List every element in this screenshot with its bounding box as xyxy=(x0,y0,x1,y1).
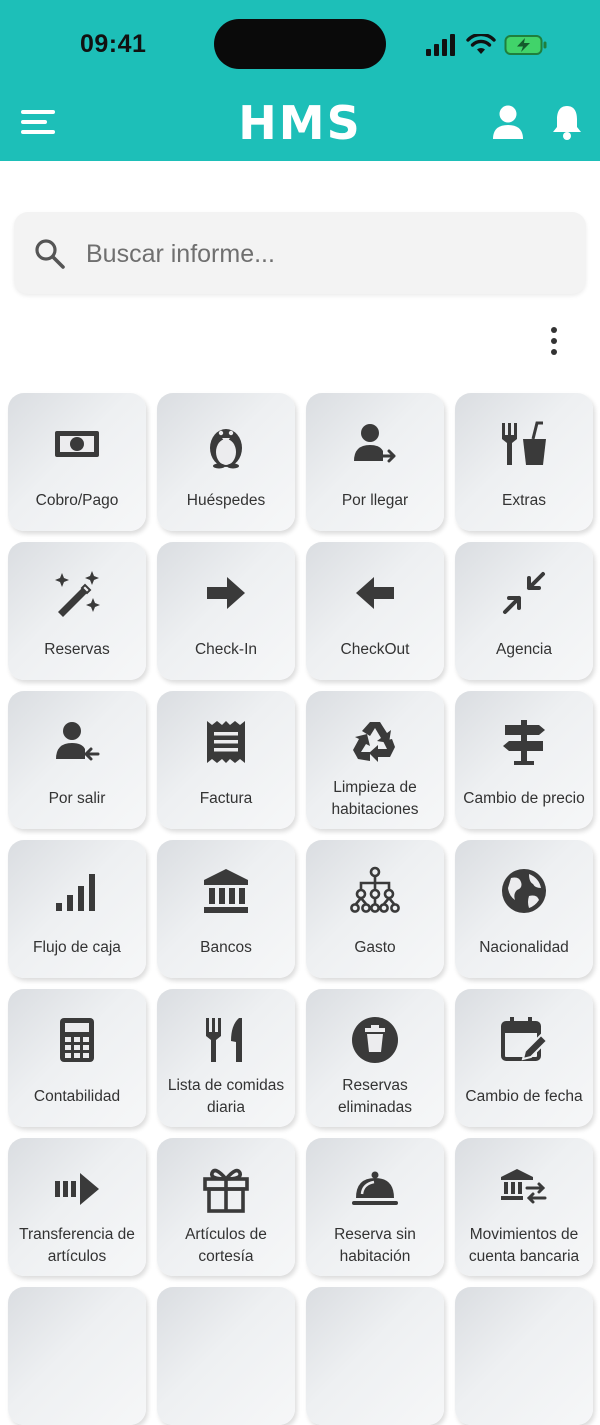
tile-label: Reserva sin habitación xyxy=(334,1226,416,1265)
tile-check-in[interactable]: Check-In xyxy=(157,542,295,680)
trash-circle-icon xyxy=(350,1015,400,1065)
search-input[interactable] xyxy=(84,212,568,296)
tile-label: Agencia xyxy=(495,641,552,658)
tile-label: Bancos xyxy=(200,939,252,956)
tile-cambio-precio[interactable]: Cambio de precio xyxy=(455,691,593,829)
tile-movimientos-cuenta[interactable]: Movimientos de cuenta bancaria xyxy=(455,1138,593,1276)
tile-label: Extras xyxy=(502,492,546,509)
tile-label: Huéspedes xyxy=(186,492,266,509)
tile-label: Check-In xyxy=(194,641,258,658)
tile-reservas-eliminadas[interactable]: Reservas eliminadas xyxy=(306,989,444,1127)
magic-wand-icon xyxy=(52,568,102,618)
tile-partial[interactable] xyxy=(8,1287,146,1425)
calendar-edit-icon xyxy=(499,1015,549,1065)
dynamic-island xyxy=(214,19,386,69)
tile-limpieza[interactable]: Limpieza de habitaciones xyxy=(306,691,444,829)
status-time: 09:41 xyxy=(80,30,147,58)
penguin-icon xyxy=(201,419,251,469)
tile-por-llegar[interactable]: Por llegar xyxy=(306,393,444,531)
tile-agencia[interactable]: Agencia xyxy=(455,542,593,680)
tile-label: Movimientos de cuenta bancaria xyxy=(468,1226,580,1265)
status-icons xyxy=(426,30,548,60)
tile-cambio-fecha[interactable]: Cambio de fecha xyxy=(455,989,593,1127)
search-bar xyxy=(14,212,586,296)
tile-por-salir[interactable]: Por salir xyxy=(8,691,146,829)
arrow-right-icon xyxy=(201,568,251,618)
transfer-arrow-icon xyxy=(52,1164,102,1214)
app-header: 09:41 HMS xyxy=(0,0,600,161)
reports-grid: Cobro/Pago Huéspedes Por llegar Extras R… xyxy=(8,393,600,1425)
tile-checkout[interactable]: CheckOut xyxy=(306,542,444,680)
cloche-icon xyxy=(350,1164,400,1214)
tile-gasto[interactable]: Gasto xyxy=(306,840,444,978)
tile-huespedes[interactable]: Huéspedes xyxy=(157,393,295,531)
bank-transfer-icon xyxy=(499,1164,549,1214)
tile-reservas[interactable]: Reservas xyxy=(8,542,146,680)
bank-icon xyxy=(201,866,251,916)
tile-flujo-caja[interactable]: Flujo de caja xyxy=(8,840,146,978)
food-drink-icon xyxy=(499,419,549,469)
tile-reserva-sin-habitacion[interactable]: Reserva sin habitación xyxy=(306,1138,444,1276)
receipt-icon xyxy=(201,717,251,767)
tile-articulos-cortesia[interactable]: Artículos de cortesía xyxy=(157,1138,295,1276)
hierarchy-icon xyxy=(350,866,400,916)
battery-charging-icon xyxy=(504,35,547,55)
tile-label: Cobro/Pago xyxy=(35,492,119,509)
bell-icon xyxy=(553,106,581,140)
tile-label xyxy=(12,1365,142,1425)
tile-factura[interactable]: Factura xyxy=(157,691,295,829)
tile-label: Por llegar xyxy=(341,492,409,509)
tile-label: Cambio de precio xyxy=(463,790,585,807)
tile-lista-comidas[interactable]: Lista de comidas diaria xyxy=(157,989,295,1127)
tile-label xyxy=(161,1365,291,1425)
tile-partial[interactable] xyxy=(455,1287,593,1425)
wifi-icon xyxy=(466,34,496,54)
tile-label: Artículos de cortesía xyxy=(185,1226,267,1265)
tile-partial[interactable] xyxy=(157,1287,295,1425)
tile-cobro-pago[interactable]: Cobro/Pago xyxy=(8,393,146,531)
tile-label: Factura xyxy=(199,790,253,807)
search-icon xyxy=(35,239,65,269)
tile-bancos[interactable]: Bancos xyxy=(157,840,295,978)
tile-label: Nacionalidad xyxy=(479,939,569,956)
utensils-icon xyxy=(201,1015,251,1065)
tile-label: Gasto xyxy=(354,939,396,956)
tile-label: Cambio de fecha xyxy=(465,1088,583,1105)
tile-label: Por salir xyxy=(48,790,106,807)
compress-icon xyxy=(499,568,549,618)
arrow-left-icon xyxy=(350,568,400,618)
tile-label: Lista de comidas diaria xyxy=(167,1077,285,1116)
user-arrow-left-icon xyxy=(52,717,102,767)
tile-label: CheckOut xyxy=(340,641,410,658)
tile-label: Limpieza de habitaciones xyxy=(331,779,419,818)
tile-label: Contabilidad xyxy=(33,1088,121,1105)
tile-transferencia[interactable]: Transferencia de artículos xyxy=(8,1138,146,1276)
gift-icon xyxy=(201,1164,251,1214)
notifications-button[interactable] xyxy=(545,100,589,144)
money-icon xyxy=(52,419,102,469)
more-options-icon[interactable] xyxy=(538,324,570,358)
tile-extras[interactable]: Extras xyxy=(455,393,593,531)
tile-label: Reservas eliminadas xyxy=(337,1077,413,1116)
tile-label xyxy=(310,1365,440,1425)
tile-label xyxy=(459,1365,589,1425)
tile-label: Reservas xyxy=(44,641,110,658)
tile-contabilidad[interactable]: Contabilidad xyxy=(8,989,146,1127)
signal-bars-icon xyxy=(52,866,102,916)
signal-icon xyxy=(426,34,455,56)
profile-button[interactable] xyxy=(486,100,530,144)
globe-icon xyxy=(499,866,549,916)
tile-partial[interactable] xyxy=(306,1287,444,1425)
tile-nacionalidad[interactable]: Nacionalidad xyxy=(455,840,593,978)
recycle-icon xyxy=(350,717,400,767)
user-icon xyxy=(493,105,523,139)
tile-label: Flujo de caja xyxy=(33,939,121,956)
user-arrow-right-icon xyxy=(350,419,400,469)
signpost-icon xyxy=(499,717,549,767)
tile-label: Transferencia de artículos xyxy=(19,1226,135,1265)
calculator-icon xyxy=(52,1015,102,1065)
